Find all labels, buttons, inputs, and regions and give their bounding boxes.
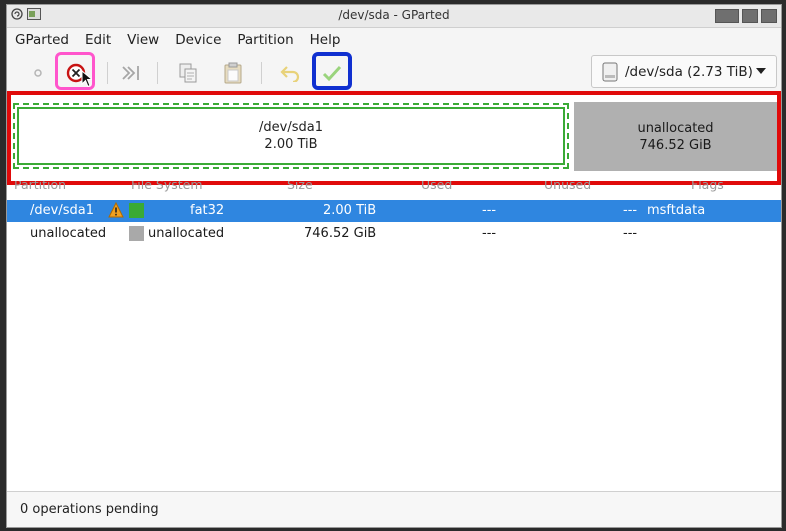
window-controls — [715, 9, 777, 23]
table-row[interactable]: unallocated unallocated 746.52 GiB --- -… — [7, 223, 781, 245]
column-partition[interactable]: Partition — [14, 181, 66, 192]
device-selector[interactable]: /dev/sda (2.73 TiB) — [591, 55, 777, 88]
cell-partition: unallocated — [30, 226, 107, 241]
cell-used: --- — [482, 203, 497, 218]
column-flags[interactable]: Flags — [691, 181, 724, 192]
menu-view[interactable]: View — [119, 28, 167, 52]
undo-icon — [280, 66, 300, 82]
cell-partition: /dev/sda1 — [30, 203, 94, 218]
menu-gparted[interactable]: GParted — [7, 28, 77, 52]
filesystem-color-swatch — [129, 226, 144, 241]
column-size[interactable]: Size — [287, 181, 313, 192]
filesystem-color-swatch — [129, 203, 144, 218]
toolbar: /dev/sda (2.73 TiB) — [7, 52, 781, 93]
cell-flags: msftdata — [647, 203, 706, 218]
toolbar-separator — [261, 62, 262, 84]
resize-move-button[interactable] — [118, 60, 144, 86]
column-unused[interactable]: Unused — [544, 181, 591, 192]
toolbar-separator — [107, 62, 108, 84]
partition-size: 2.00 TiB — [264, 137, 318, 152]
column-used[interactable]: Used — [421, 181, 452, 192]
disk-map-unallocated[interactable]: unallocated 746.52 GiB — [574, 102, 777, 171]
warning-icon — [108, 202, 124, 218]
resize-move-icon — [122, 66, 139, 80]
close-button[interactable] — [761, 9, 777, 23]
cell-unused: --- — [623, 203, 638, 218]
cell-filesystem: fat32 — [190, 203, 225, 218]
maximize-button[interactable] — [742, 9, 758, 23]
partition-name: /dev/sda1 — [259, 120, 323, 135]
window-title: /dev/sda - GParted — [338, 8, 450, 22]
menu-partition[interactable]: Partition — [229, 28, 301, 52]
copy-icon — [179, 63, 197, 83]
paste-icon — [224, 62, 242, 84]
paste-button[interactable] — [220, 60, 246, 86]
minimize-button[interactable] — [715, 9, 739, 23]
partition-name: unallocated — [637, 120, 714, 136]
chevron-down-icon — [756, 68, 766, 74]
menu-device[interactable]: Device — [167, 28, 229, 52]
gparted-window: /dev/sda - GParted GParted Edit View Dev… — [6, 4, 782, 528]
device-selector-label: /dev/sda (2.73 TiB) — [625, 63, 753, 80]
hard-disk-icon — [602, 62, 618, 81]
cell-used: --- — [482, 226, 497, 241]
status-bar: 0 operations pending — [7, 491, 781, 527]
disk-map-partition-sda1[interactable]: /dev/sda1 2.00 TiB — [13, 103, 569, 169]
copy-button[interactable] — [175, 60, 201, 86]
pink-annotation-box — [55, 52, 95, 90]
title-bar: /dev/sda - GParted — [7, 5, 781, 28]
blue-annotation-box — [312, 52, 352, 90]
table-row[interactable]: /dev/sda1 fat32 2.00 TiB --- --- msftdat… — [7, 200, 781, 222]
partition-size: 746.52 GiB — [639, 137, 712, 153]
disk-graphic: /dev/sda1 2.00 TiB unallocated 746.52 Gi… — [7, 93, 781, 181]
cell-size: 2.00 TiB — [323, 203, 377, 218]
toolbar-separator — [157, 62, 158, 84]
operations-pending-status: 0 operations pending — [20, 502, 159, 517]
menu-bar: GParted Edit View Device Partition Help — [7, 28, 781, 52]
menu-edit[interactable]: Edit — [77, 28, 119, 52]
undo-button[interactable] — [277, 60, 303, 86]
new-partition-button[interactable] — [25, 60, 51, 86]
cell-unused: --- — [623, 226, 638, 241]
cell-filesystem: unallocated — [148, 226, 225, 241]
cell-size: 746.52 GiB — [304, 226, 377, 241]
table-header: Partition File System Size Used Unused F… — [7, 181, 781, 195]
new-partition-icon — [34, 69, 42, 77]
column-file-system[interactable]: File System — [131, 181, 203, 192]
menu-help[interactable]: Help — [302, 28, 349, 52]
